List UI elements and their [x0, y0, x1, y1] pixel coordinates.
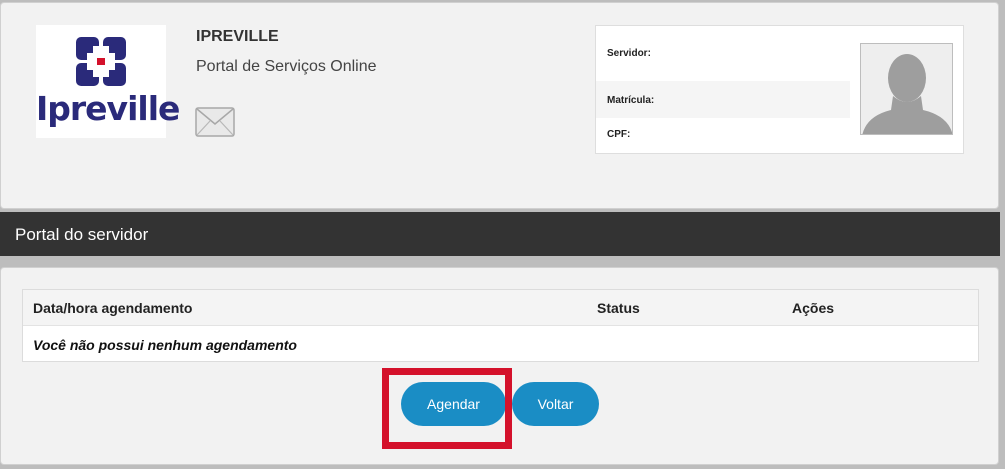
column-header-status: Status — [597, 300, 640, 316]
user-info-card: Servidor: Matrícula: CPF: — [595, 25, 964, 154]
table-header: Data/hora agendamento Status Ações — [23, 290, 978, 326]
organization-subtitle: Portal de Serviços Online — [196, 58, 377, 75]
section-title: Portal do servidor — [15, 225, 149, 244]
header-panel: Ipreville IPREVILLE Portal de Serviços O… — [0, 2, 999, 209]
section-banner: Portal do servidor — [0, 212, 1000, 256]
servidor-label: Servidor: — [607, 48, 651, 59]
column-header-actions: Ações — [792, 300, 835, 316]
envelope-icon[interactable] — [195, 105, 235, 139]
appointments-panel: Data/hora agendamento Status Ações Você … — [0, 267, 999, 465]
organization-name: IPREVILLE — [196, 28, 279, 45]
voltar-button[interactable]: Voltar — [512, 382, 599, 426]
appointments-table: Data/hora agendamento Status Ações Você … — [22, 289, 979, 362]
cpf-label: CPF: — [607, 129, 631, 140]
ipreville-logo: Ipreville — [36, 25, 180, 138]
agendar-button[interactable]: Agendar — [401, 382, 506, 426]
person-silhouette-icon — [862, 54, 952, 134]
avatar-placeholder — [860, 43, 953, 135]
logo-wordmark: Ipreville — [36, 89, 180, 128]
matricula-label: Matrícula: — [596, 81, 850, 118]
empty-state-message: Você não possui nenhum agendamento — [33, 337, 297, 353]
column-header-datetime: Data/hora agendamento — [33, 300, 193, 316]
logo-cross-icon — [76, 37, 126, 86]
